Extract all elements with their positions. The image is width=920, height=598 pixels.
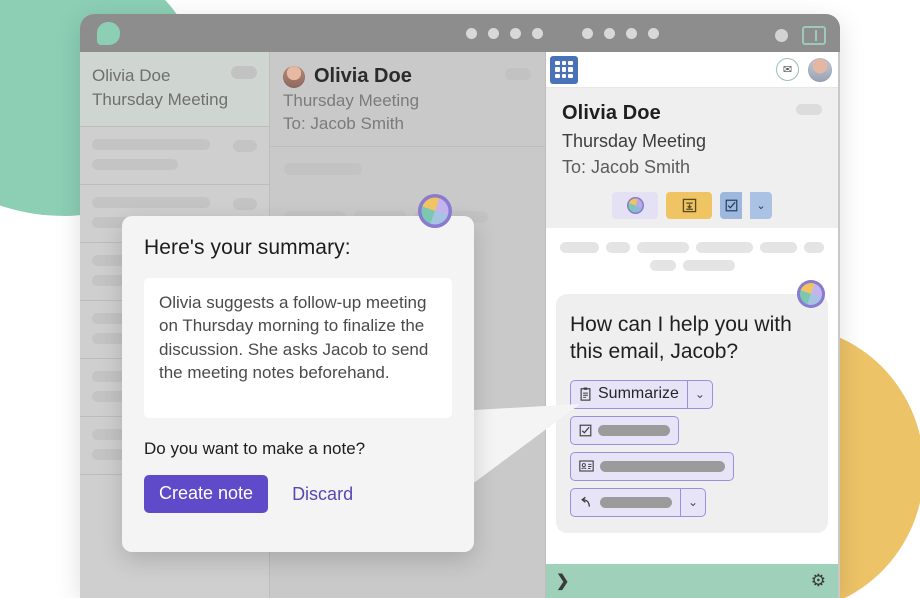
chevron-down-icon[interactable]: ⌄: [680, 489, 705, 516]
pane-top-actions: ✉: [776, 58, 832, 82]
copilot-orb-icon: [627, 197, 644, 214]
split-panel-icon[interactable]: [802, 26, 826, 45]
window-titlebar: [80, 14, 840, 52]
chip-contact[interactable]: [570, 452, 734, 481]
pane-footer: ❯ ⚙: [546, 564, 838, 598]
reading-pane-sender: Olivia Doe: [314, 65, 412, 88]
window-dot-icon[interactable]: [648, 28, 659, 39]
chip-reply[interactable]: ⌄: [570, 488, 706, 517]
chip-label-placeholder: [600, 497, 672, 508]
list-item[interactable]: [80, 127, 269, 185]
mail-envelope-icon[interactable]: ✉: [776, 58, 799, 81]
clipboard-icon: [579, 387, 592, 401]
chip-label-placeholder: [598, 425, 670, 436]
list-item-badge: [231, 66, 257, 79]
window-dot-icon[interactable]: [532, 28, 543, 39]
task-dropdown[interactable]: ⌄: [750, 192, 772, 219]
skeleton-line: [92, 139, 210, 150]
app-grid-icon[interactable]: [550, 56, 578, 84]
reply-arrow-icon: [579, 496, 594, 509]
checkbox-icon: [579, 424, 592, 437]
leaf-logo-icon: [97, 22, 120, 45]
pane-email-header: Olivia Doe Thursday Meeting To: Jacob Sm…: [546, 88, 838, 228]
list-item-badge: [233, 140, 257, 152]
reading-pane-subject: Thursday Meeting: [283, 91, 531, 111]
skeleton-line: [560, 242, 599, 253]
checkbox-icon: [725, 199, 738, 212]
skeleton-line: [637, 242, 688, 253]
skeleton-line: [683, 260, 735, 271]
window-dot-icon[interactable]: [582, 28, 593, 39]
summary-text: Olivia suggests a follow-up meeting on T…: [159, 291, 437, 385]
copilot-pane: ✉ Olivia Doe Thursday Meeting To: Jacob …: [546, 52, 838, 598]
window-dot-icon[interactable]: [626, 28, 637, 39]
chevron-down-icon[interactable]: ⌄: [687, 381, 712, 408]
chip-task[interactable]: [570, 416, 679, 445]
pane-email-recipient: To: Jacob Smith: [562, 157, 822, 178]
copilot-button[interactable]: [612, 192, 658, 219]
sender-avatar: [283, 66, 305, 88]
contact-card-icon: [579, 460, 594, 472]
summary-text-box: Olivia suggests a follow-up meeting on T…: [144, 278, 452, 418]
skeleton-line: [606, 242, 630, 253]
skeleton-line: [696, 242, 753, 253]
titlebar-right-controls: [775, 26, 826, 45]
copilot-orb-icon: [418, 194, 452, 228]
skeleton-line: [650, 260, 676, 271]
task-button[interactable]: [720, 192, 742, 219]
skeleton-line: [92, 197, 210, 208]
window-dot-icon[interactable]: [775, 29, 788, 42]
window-dot-icon[interactable]: [510, 28, 521, 39]
copilot-orb-icon: [797, 280, 825, 308]
archive-icon: [682, 198, 697, 213]
copilot-chip-list: Summarize ⌄: [570, 380, 814, 517]
summary-popup: Here's your summary: Olivia suggests a f…: [122, 216, 474, 552]
chevron-right-icon[interactable]: ❯: [556, 571, 569, 591]
skeleton-line: [760, 242, 798, 253]
archive-button[interactable]: [666, 192, 712, 219]
pane-email-sender: Olivia Doe: [562, 102, 822, 125]
list-item-badge: [233, 198, 257, 210]
skeleton-row: [560, 242, 824, 253]
copilot-question: How can I help you with this email, Jaco…: [570, 312, 814, 366]
titlebar-dots-group-1: [466, 28, 543, 39]
window-dot-icon[interactable]: [604, 28, 615, 39]
copilot-suggestion-card: How can I help you with this email, Jaco…: [556, 294, 828, 533]
skeleton-line: [284, 163, 362, 175]
list-item-sender: Olivia Doe: [92, 64, 255, 88]
window-dot-icon[interactable]: [488, 28, 499, 39]
pane-email-toolbar: ⌄: [562, 178, 822, 228]
chip-summarize-label: Summarize: [598, 385, 679, 403]
chip-summarize[interactable]: Summarize ⌄: [570, 380, 713, 409]
user-avatar[interactable]: [808, 58, 832, 82]
summary-question: Do you want to make a note?: [144, 439, 452, 459]
list-item[interactable]: Olivia Doe Thursday Meeting: [80, 52, 269, 127]
reading-pane-recipient: To: Jacob Smith: [283, 114, 531, 134]
skeleton-line: [92, 159, 178, 170]
reading-pane-badge: [505, 68, 531, 80]
window-dot-icon[interactable]: [466, 28, 477, 39]
screenshot-stage: Olivia Doe Thursday Meeting: [0, 0, 920, 598]
pane-mail-body: [546, 228, 838, 278]
create-note-button[interactable]: Create note: [144, 475, 268, 513]
settings-gear-icon[interactable]: ⚙: [811, 571, 826, 591]
skeleton-line: [804, 242, 824, 253]
pane-email-badge: [796, 104, 822, 115]
list-item-subject: Thursday Meeting: [92, 88, 255, 112]
chip-label-placeholder: [600, 461, 725, 472]
reading-pane-header: Olivia Doe Thursday Meeting To: Jacob Sm…: [270, 52, 545, 147]
pane-top-bar: ✉: [546, 52, 838, 88]
pane-email-subject: Thursday Meeting: [562, 131, 822, 152]
discard-button[interactable]: Discard: [290, 480, 355, 509]
summary-actions: Create note Discard: [144, 475, 452, 513]
reading-pane-sender-row: Olivia Doe: [283, 65, 531, 88]
summary-popup-title: Here's your summary:: [144, 236, 452, 260]
titlebar-dots-group-2: [582, 28, 659, 39]
skeleton-row: [560, 260, 824, 271]
